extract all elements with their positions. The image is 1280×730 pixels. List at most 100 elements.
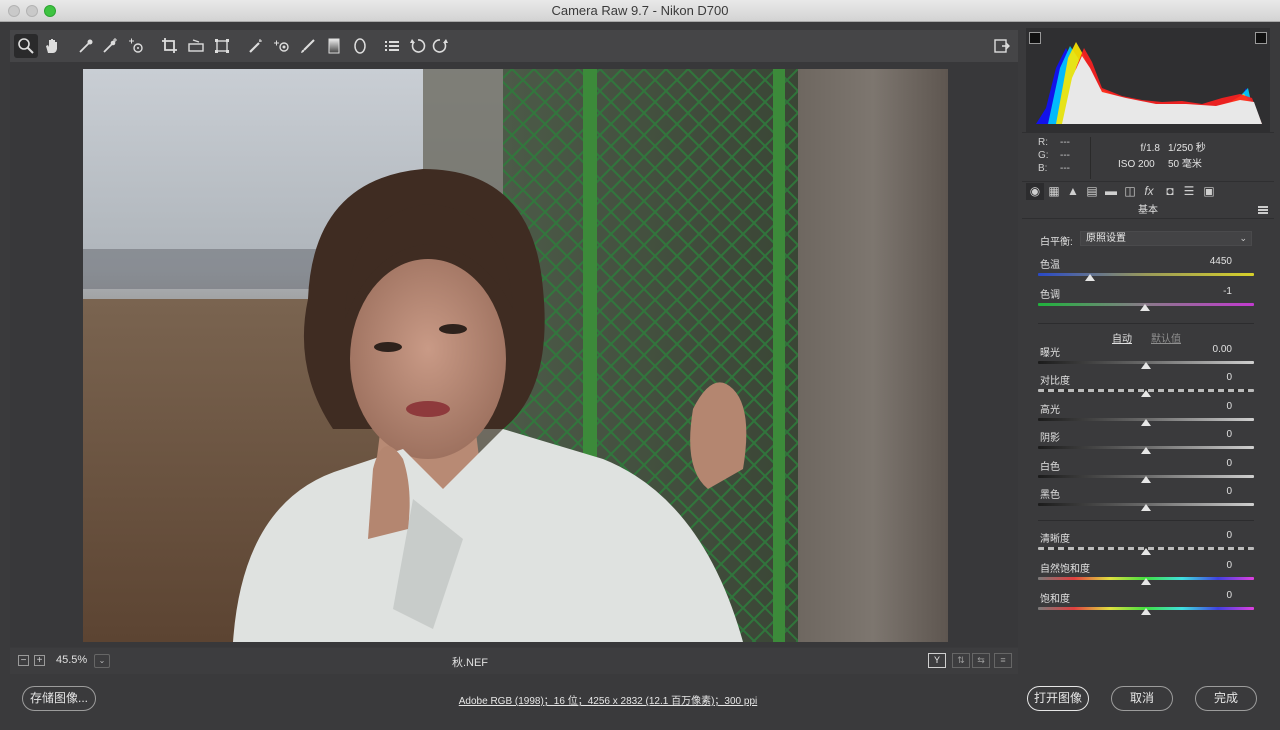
toggle-settings-button[interactable]: ≡	[994, 653, 1012, 668]
shutter-speed: 1/250 秒	[1168, 143, 1206, 154]
whites-thumb[interactable]	[1141, 476, 1151, 483]
contrast-value[interactable]: 0	[1226, 372, 1232, 383]
saturation-thumb[interactable]	[1141, 608, 1151, 615]
auto-link[interactable]: 自动	[1112, 330, 1132, 345]
file-name: 秋.NEF	[451, 657, 489, 669]
temp-slider[interactable]: 色温 4450	[1038, 256, 1254, 284]
hand-tool-icon[interactable]	[40, 34, 64, 58]
shadows-thumb[interactable]	[1141, 447, 1151, 454]
copy-settings-button[interactable]: ⇆	[972, 653, 990, 668]
transform-tool-icon[interactable]	[210, 34, 234, 58]
exposure-value[interactable]: 0.00	[1213, 344, 1232, 355]
highlights-thumb[interactable]	[1141, 419, 1151, 426]
info-separator	[1090, 137, 1091, 179]
shadows-slider[interactable]: 阴影 0	[1038, 429, 1254, 457]
saturation-slider[interactable]: 饱和度 0	[1038, 590, 1254, 618]
export-icon[interactable]	[990, 34, 1014, 58]
before-after-view-button[interactable]: Y	[928, 653, 946, 668]
saturation-value[interactable]: 0	[1226, 590, 1232, 601]
preferences-icon[interactable]	[380, 34, 404, 58]
basic-tab-icon[interactable]: ◉	[1026, 183, 1044, 200]
preview-status-bar: − + 45.5% ⌄ 秋.NEF Y ⇅ ⇆ ≡	[10, 648, 1018, 674]
divider	[1038, 520, 1254, 521]
radial-filter-icon[interactable]	[348, 34, 372, 58]
straighten-tool-icon[interactable]	[184, 34, 208, 58]
presets-tab-icon[interactable]: ☰	[1180, 183, 1198, 200]
cancel-button[interactable]: 取消	[1111, 686, 1173, 711]
aperture: f/1.8	[1140, 143, 1160, 154]
histogram	[1026, 28, 1270, 132]
exposure-label: 曝光	[1040, 348, 1060, 359]
window-title: Camera Raw 9.7 - Nikon D700	[551, 3, 729, 18]
photo-preview[interactable]	[83, 69, 948, 642]
rgb-readout: R: --- G: --- B: ---	[1038, 136, 1082, 175]
whites-value[interactable]: 0	[1226, 458, 1232, 469]
white-balance-select[interactable]: 原照设置 ⌄	[1080, 231, 1252, 246]
adjustment-panel: R: --- G: --- B: --- f/1.8 1/250 秒 ISO 200 50…	[1022, 26, 1274, 674]
tone-curve-tab-icon[interactable]: ▦	[1045, 183, 1063, 200]
blacks-thumb[interactable]	[1141, 504, 1151, 511]
snapshots-tab-icon[interactable]: ▣	[1200, 183, 1218, 200]
clarity-label: 清晰度	[1040, 534, 1070, 545]
default-link[interactable]: 默认值	[1151, 330, 1181, 345]
clarity-slider[interactable]: 清晰度 0	[1038, 530, 1254, 558]
tint-slider[interactable]: 色调 -1	[1038, 286, 1254, 314]
highlight-clipping-warning[interactable]	[1255, 32, 1267, 44]
graduated-filter-icon[interactable]	[322, 34, 346, 58]
panel-menu-icon[interactable]	[1258, 206, 1268, 214]
blacks-slider[interactable]: 黑色 0	[1038, 486, 1254, 514]
highlights-slider[interactable]: 高光 0	[1038, 401, 1254, 429]
temp-track[interactable]	[1038, 273, 1254, 276]
crop-tool-icon[interactable]	[158, 34, 182, 58]
white-balance-value: 原照设置	[1086, 233, 1126, 244]
red-eye-removal-icon[interactable]	[270, 34, 294, 58]
section-title: 基本	[1022, 203, 1274, 219]
panel-tabs: ◉ ▦ ▲ ▤ ▬ ◫ fx ◘ ☰ ▣	[1022, 182, 1274, 200]
bottom-bar: 存储图像... Adobe RGB (1998)；16 位；4256 x 283…	[0, 676, 1280, 730]
r-label: R:	[1038, 137, 1048, 148]
white-balance-label: 白平衡:	[1040, 237, 1073, 248]
camera-calibration-tab-icon[interactable]: ◘	[1161, 183, 1179, 200]
shadows-value[interactable]: 0	[1226, 429, 1232, 440]
clarity-value[interactable]: 0	[1226, 530, 1232, 541]
exposure-slider[interactable]: 曝光 0.00	[1038, 344, 1254, 372]
vibrance-slider[interactable]: 自然饱和度 0	[1038, 560, 1254, 588]
open-image-button[interactable]: 打开图像	[1027, 686, 1089, 711]
rotate-right-icon[interactable]	[428, 34, 452, 58]
swap-settings-button[interactable]: ⇅	[952, 653, 970, 668]
title-bar: Camera Raw 9.7 - Nikon D700	[0, 0, 1280, 22]
exposure-thumb[interactable]	[1141, 362, 1151, 369]
rotate-left-icon[interactable]	[406, 34, 430, 58]
vibrance-value[interactable]: 0	[1226, 560, 1232, 571]
contrast-slider[interactable]: 对比度 0	[1038, 372, 1254, 400]
temp-value[interactable]: 4450	[1210, 256, 1232, 267]
clarity-thumb[interactable]	[1141, 548, 1151, 555]
tint-value[interactable]: -1	[1223, 286, 1232, 297]
detail-tab-icon[interactable]: ▲	[1064, 183, 1082, 200]
image-preview-area[interactable]	[10, 62, 1018, 647]
effects-tab-icon[interactable]: fx	[1140, 183, 1158, 200]
spot-removal-tool-icon[interactable]	[244, 34, 268, 58]
split-toning-tab-icon[interactable]: ▬	[1102, 183, 1120, 200]
highlights-value[interactable]: 0	[1226, 401, 1232, 412]
temp-thumb[interactable]	[1084, 274, 1095, 281]
blacks-value[interactable]: 0	[1226, 486, 1232, 497]
targeted-adjustment-tool-icon[interactable]	[124, 34, 148, 58]
zoom-tool-icon[interactable]	[14, 34, 38, 58]
blacks-label: 黑色	[1040, 490, 1060, 501]
lens-corrections-tab-icon[interactable]: ◫	[1121, 183, 1139, 200]
saturation-label: 饱和度	[1040, 594, 1070, 605]
whites-slider[interactable]: 白色 0	[1038, 458, 1254, 486]
contrast-thumb[interactable]	[1141, 390, 1151, 397]
adjustment-brush-icon[interactable]	[296, 34, 320, 58]
color-sampler-tool-icon[interactable]	[98, 34, 122, 58]
done-button[interactable]: 完成	[1195, 686, 1257, 711]
focal-length: 50 毫米	[1168, 159, 1202, 170]
white-balance-tool-icon[interactable]	[74, 34, 98, 58]
tint-thumb[interactable]	[1139, 304, 1150, 311]
temp-label: 色温	[1040, 260, 1060, 271]
vibrance-thumb[interactable]	[1141, 578, 1151, 585]
hsl-tab-icon[interactable]: ▤	[1083, 183, 1101, 200]
shadow-clipping-warning[interactable]	[1029, 32, 1041, 44]
b-label: B:	[1038, 163, 1048, 174]
